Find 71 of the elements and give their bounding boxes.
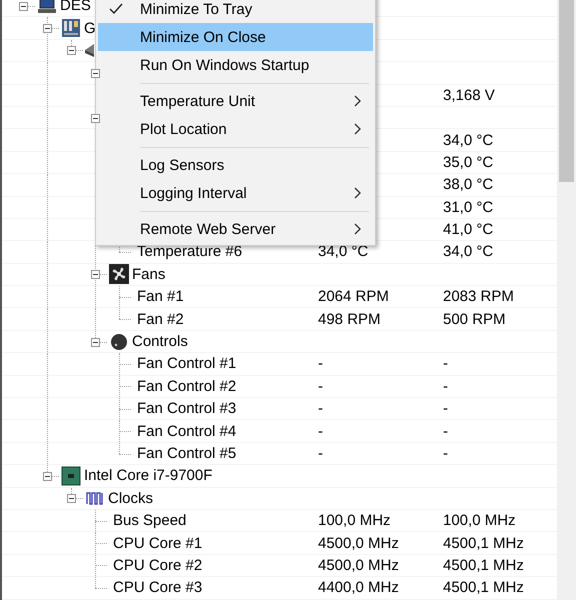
menu-item[interactable]: Remote Web Server [98,215,373,243]
tree-node-label[interactable]: Fans [132,266,166,283]
sensor-name[interactable]: Fan #1 [137,288,184,306]
sensor-max-value: - [443,400,448,418]
sensor-max-value: 38,0 °C [443,176,494,194]
collapse-toggle[interactable] [67,46,76,56]
sensor-max-value: 3,168 V [443,86,495,104]
sensor-max-value: 4500,1 MHz [443,556,524,574]
collapse-toggle[interactable] [19,2,28,11]
collapse-toggle[interactable] [43,472,52,481]
sensor-value: 100,0 MHz [318,512,391,530]
knob-icon [109,332,129,352]
sensor-max-value: 500 RPM [443,310,506,328]
sensor-max-value: 41,0 °C [443,221,494,238]
sensor-max-value: 34,0 °C [443,243,494,260]
circuit-board-icon [61,18,81,38]
sensor-max-value: - [443,445,448,462]
sensor-name[interactable]: Fan #2 [137,310,184,328]
sensor-max-value: - [443,355,448,372]
sensor-max-value: 34,0 °C [443,132,494,149]
sensor-max-value: - [443,422,448,440]
sensor-name[interactable]: Temperature #6 [137,243,242,260]
sensor-name[interactable]: CPU Core #1 [113,534,202,552]
sensor-value: 4400,0 MHz [318,579,399,596]
sensor-max-value: 100,0 MHz [443,512,516,530]
sensor-max-value: 2083 RPM [443,288,514,306]
tree-node-label[interactable]: Clocks [108,490,154,507]
sensor-max-value: 31,0 °C [443,198,494,216]
sensor-value: 2064 RPM [318,288,389,306]
sensor-name[interactable]: CPU Core #2 [113,556,202,574]
sensor-value: - [318,378,323,395]
sensor-value: - [318,445,323,462]
tree-node-label[interactable]: Intel Core i7-9700F [84,467,212,484]
menu-item[interactable]: Plot Location [98,115,373,143]
sensor-value: 4500,0 MHz [318,556,399,574]
tree-node-label[interactable]: DES [60,0,91,14]
menu-item[interactable]: Minimize To Tray [98,0,373,23]
collapse-toggle[interactable] [91,68,100,78]
collapse-toggle[interactable] [43,24,52,34]
scrollbar[interactable] [557,0,576,600]
sensor-name[interactable]: Fan Control #2 [137,378,236,395]
sensor-max-value: 35,0 °C [443,154,494,171]
computer-icon [37,0,57,16]
sensor-value: - [318,355,323,372]
cpu-icon [61,466,81,486]
sensor-name[interactable]: CPU Core #3 [113,579,202,596]
sensor-value: - [318,422,323,440]
menu-item[interactable]: Log Sensors [98,151,373,179]
menu-item[interactable]: Logging Interval [98,179,373,207]
collapse-toggle[interactable] [91,338,100,347]
sensor-name[interactable]: Bus Speed [113,512,186,530]
sensor-name[interactable]: Fan Control #1 [137,355,236,372]
sensor-max-value: 4500,1 MHz [443,534,524,552]
sensor-value: 4500,0 MHz [318,534,399,552]
tree-node-label[interactable]: Controls [132,333,188,350]
menu-item[interactable]: Temperature Unit [98,87,373,115]
sensor-value: - [318,400,323,418]
collapse-toggle[interactable] [67,494,76,504]
sensor-name[interactable]: Fan Control #4 [137,422,236,440]
menu-item[interactable]: Minimize On Close [98,23,373,51]
collapse-toggle[interactable] [91,114,100,123]
sensor-value: 498 RPM [318,310,381,328]
sensor-name[interactable]: Fan Control #3 [137,400,236,418]
collapse-toggle[interactable] [91,270,100,280]
sensor-name[interactable]: Fan Control #5 [137,445,236,462]
tree-node-label[interactable]: G [84,20,96,37]
scrollbar-thumb[interactable] [559,0,574,182]
menu-item[interactable]: Run On Windows Startup [98,51,373,79]
sensor-max-value: - [443,378,448,395]
chip-icon [85,44,94,57]
sensor-max-value: 4500,1 MHz [443,579,524,596]
